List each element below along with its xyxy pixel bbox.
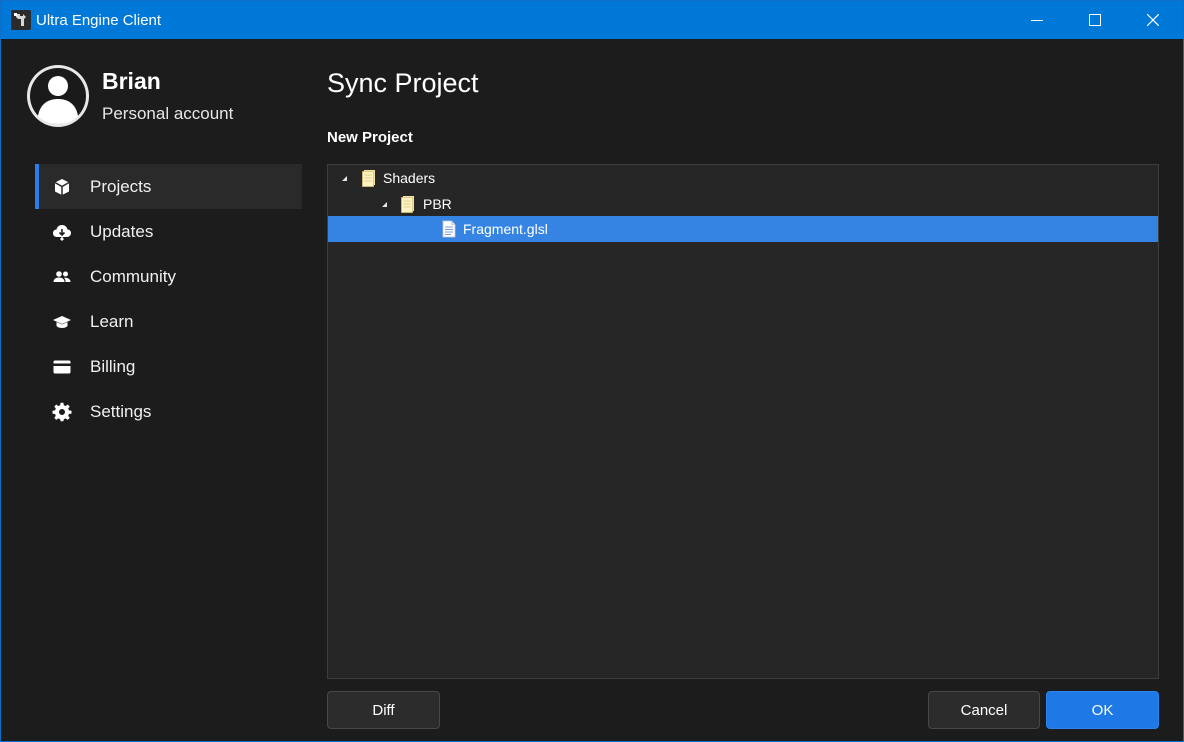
tree-row-pbr[interactable]: PBR <box>328 191 1158 217</box>
account-type: Personal account <box>102 104 234 123</box>
avatar[interactable] <box>26 64 90 128</box>
sidebar-item-label: Settings <box>90 402 152 421</box>
sidebar-item-label: Learn <box>90 312 134 331</box>
sidebar-item-updates[interactable]: Updates <box>35 209 302 254</box>
tree-item-label: Fragment.glsl <box>463 221 548 237</box>
app-window: Ultra Engine Client Brian Personal accou… <box>0 0 1184 742</box>
window-title: Ultra Engine Client <box>36 12 162 29</box>
sidebar-item-billing[interactable]: Billing <box>35 344 302 389</box>
sidebar-nav: Projects Updates Community Learn Billing… <box>35 164 302 434</box>
tree-row-fragment-glsl[interactable]: Fragment.glsl <box>328 216 1158 242</box>
diff-button[interactable]: Diff <box>327 691 440 729</box>
tree-item-label: Shaders <box>383 170 436 186</box>
close-button[interactable] <box>1124 1 1182 39</box>
close-icon <box>1147 14 1159 26</box>
section-label: New Project <box>327 129 413 146</box>
sidebar-item-label: Billing <box>90 357 136 376</box>
sidebar-item-community[interactable]: Community <box>35 254 302 299</box>
sidebar-item-settings[interactable]: Settings <box>35 389 302 434</box>
graduation-cap-icon <box>53 316 71 328</box>
user-name: Brian <box>102 68 161 94</box>
app-logo-icon <box>11 10 31 30</box>
cloud-download-icon <box>53 225 71 241</box>
title-bar[interactable]: Ultra Engine Client <box>1 1 1183 39</box>
sidebar-item-label: Community <box>90 267 176 286</box>
sidebar-item-label: Projects <box>90 177 152 196</box>
ok-button[interactable]: OK <box>1046 691 1159 729</box>
file-icon <box>442 220 456 238</box>
folder-icon <box>401 196 414 213</box>
tree-row-shaders[interactable]: Shaders <box>328 165 1158 191</box>
expand-arrow-icon[interactable] <box>340 174 348 182</box>
folder-icon <box>362 170 375 187</box>
tree-item-label: PBR <box>423 196 452 212</box>
expand-arrow-icon[interactable] <box>380 200 388 208</box>
people-icon <box>53 271 71 282</box>
credit-card-icon <box>53 360 71 374</box>
project-file-tree[interactable]: Shaders PBR Fragment.glsl <box>327 164 1159 679</box>
maximize-button[interactable] <box>1066 1 1124 39</box>
minimize-icon <box>1031 20 1043 21</box>
sidebar-item-projects[interactable]: Projects <box>35 164 302 209</box>
sidebar-item-learn[interactable]: Learn <box>35 299 302 344</box>
cube-icon <box>54 179 70 195</box>
gear-icon <box>52 402 72 422</box>
page-title: Sync Project <box>327 68 479 98</box>
cancel-button[interactable]: Cancel <box>928 691 1040 729</box>
maximize-icon <box>1089 14 1101 26</box>
sidebar-item-label: Updates <box>90 222 154 241</box>
minimize-button[interactable] <box>1008 1 1066 39</box>
